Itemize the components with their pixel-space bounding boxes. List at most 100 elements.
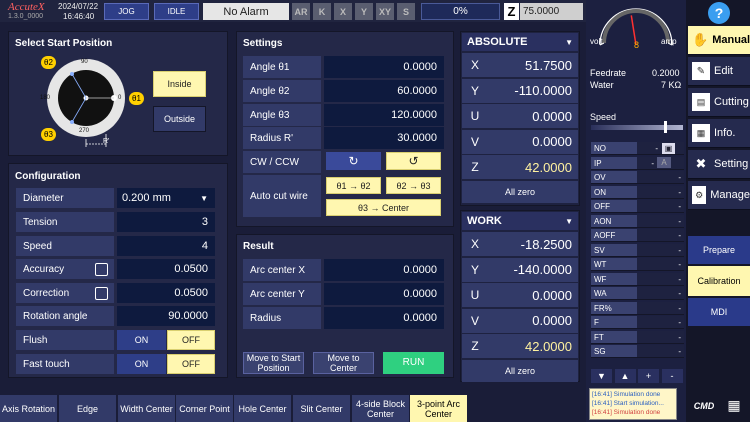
work-row-z: Z 42.0000 <box>462 334 578 358</box>
tab-edge[interactable]: Edge <box>59 395 117 422</box>
label-deg-90: 90 <box>81 59 88 65</box>
apps-grid-icon[interactable]: ▦ <box>725 396 743 414</box>
nav-down-button[interactable]: ▼ <box>591 369 612 383</box>
param-value: - <box>637 243 684 256</box>
setting-button[interactable]: ✖ Setting <box>688 150 750 179</box>
tab-3-point-arc-center[interactable]: 3-point Arc Center <box>410 395 468 422</box>
tab-slit-center[interactable]: Slit Center <box>293 395 351 422</box>
nav-remove-button[interactable]: - <box>661 369 683 383</box>
radius-value: 0.0000 <box>324 307 444 329</box>
radius-r-input[interactable]: 30.0000 <box>324 127 444 149</box>
manage-button[interactable]: ⚙ Manage <box>688 181 750 210</box>
app-logo: AccuteX <box>8 1 45 13</box>
mdi-button[interactable]: MDI <box>688 298 750 326</box>
absolute-header[interactable]: ABSOLUTE ▼ <box>462 33 578 51</box>
manual-button[interactable]: ✋ Manual <box>688 26 750 55</box>
param-row-on[interactable]: ON - <box>591 185 684 199</box>
nav-add-button[interactable]: + <box>638 369 659 383</box>
theta3-marker[interactable]: θ3 <box>41 128 56 141</box>
speed-slider[interactable] <box>591 125 683 130</box>
help-button[interactable]: ? <box>708 2 730 24</box>
param-row-wa[interactable]: WA - <box>591 287 684 300</box>
info-button[interactable]: ▦ Info. <box>688 119 750 148</box>
outside-button[interactable]: Outside <box>153 106 206 132</box>
save-icon[interactable]: ▣ <box>662 143 675 154</box>
speed-input[interactable]: 4 <box>117 236 215 256</box>
param-row-ft[interactable]: FT - <box>591 330 684 344</box>
param-row-ov[interactable]: OV - <box>591 171 684 184</box>
axis-button-k[interactable]: K <box>313 3 331 20</box>
absolute-all-zero-button[interactable]: All zero <box>462 181 578 203</box>
cmd-button[interactable]: CMD <box>689 395 719 417</box>
nav-up-button[interactable]: ▲ <box>614 369 636 383</box>
axis-button-ar[interactable]: AR <box>292 3 310 20</box>
accuracy-input[interactable]: 0.0500 <box>117 259 215 279</box>
flush-off-button[interactable]: OFF <box>167 330 215 350</box>
arc-center-y-label: Arc center Y <box>243 283 321 305</box>
param-value: - <box>637 345 684 357</box>
param-row-wt[interactable]: WT - <box>591 258 684 271</box>
axis-button-xy[interactable]: XY <box>376 3 394 20</box>
work-all-zero-button[interactable]: All zero <box>462 360 578 382</box>
move-to-center-button[interactable]: Move to Center <box>313 352 374 374</box>
work-row-y: Y -140.0000 <box>462 257 578 282</box>
absolute-row-v: V 0.0000 <box>462 129 578 154</box>
param-key: F <box>591 316 637 328</box>
tab-axis-rotation[interactable]: Axis Rotation <box>0 395 58 422</box>
edit-button[interactable]: ✎ Edit <box>688 57 750 86</box>
fast-touch-on-button[interactable]: ON <box>117 354 166 374</box>
prepare-button[interactable]: Prepare <box>688 236 750 264</box>
param-row-sv[interactable]: SV - <box>591 243 684 257</box>
param-row-off[interactable]: OFF - <box>591 200 684 213</box>
tab-4-side-block-center[interactable]: 4-side Block Center <box>352 395 410 422</box>
cutting-button[interactable]: ▤ Cutting <box>688 88 750 117</box>
param-row-aoff[interactable]: AOFF - <box>591 229 684 242</box>
move-to-start-button[interactable]: Move to Start Position <box>243 352 304 374</box>
axis-button-x[interactable]: X <box>334 3 352 20</box>
work-header[interactable]: WORK ▼ <box>462 212 578 230</box>
param-row-aon[interactable]: AON - <box>591 214 684 228</box>
hand-icon: ✋ <box>692 32 709 47</box>
theta1-marker[interactable]: θ1 <box>129 92 144 105</box>
diameter-select[interactable]: 0.200 mm ▼ <box>117 188 215 208</box>
axis-button-s[interactable]: S <box>397 3 415 20</box>
angle-theta3-input[interactable]: 120.0000 <box>324 104 444 126</box>
inside-button[interactable]: Inside <box>153 71 206 97</box>
param-key: NO <box>591 142 637 154</box>
ip-mode-select[interactable]: A <box>657 157 671 168</box>
speed-slider-knob[interactable] <box>663 121 667 133</box>
angle-theta2-input[interactable]: 60.0000 <box>324 80 444 102</box>
theta2-marker[interactable]: θ2 <box>41 56 56 69</box>
correction-checkbox[interactable] <box>95 286 108 300</box>
param-value: - <box>637 301 684 314</box>
tab-hole-center[interactable]: Hole Center <box>234 395 292 422</box>
param-key: OFF <box>591 200 637 212</box>
jog-button[interactable]: JOG <box>104 3 149 20</box>
idle-status: IDLE <box>154 3 199 20</box>
diameter-label: Diameter <box>16 188 114 208</box>
work-axis-label: U <box>470 288 480 302</box>
absolute-axis-label: U <box>470 109 480 123</box>
run-button[interactable]: RUN <box>383 352 444 374</box>
param-row-f[interactable]: F- <box>591 316 684 329</box>
accuracy-checkbox[interactable] <box>95 262 108 276</box>
ccw-button[interactable]: ↻ <box>326 152 381 170</box>
param-row-sg[interactable]: SG - <box>591 345 684 358</box>
theta1-to-theta2-button[interactable]: θ1 → θ2 <box>326 177 381 194</box>
param-value: - <box>637 287 684 299</box>
param-row-wf[interactable]: WF - <box>591 272 684 286</box>
tension-input[interactable]: 3 <box>117 212 215 232</box>
tab-corner-point[interactable]: Corner Point <box>176 395 234 422</box>
theta3-to-center-button[interactable]: θ3 → Center <box>326 199 441 216</box>
param-row-frpct[interactable]: FR% - <box>591 301 684 315</box>
fast-touch-off-button[interactable]: OFF <box>167 354 215 374</box>
axis-button-y[interactable]: Y <box>355 3 373 20</box>
tab-width-center[interactable]: Width Center <box>118 395 176 422</box>
flush-on-button[interactable]: ON <box>117 330 166 350</box>
angle-theta1-input[interactable]: 0.0000 <box>324 56 444 78</box>
calibration-button[interactable]: Calibration <box>688 266 750 296</box>
theta2-to-theta3-button[interactable]: θ2 → θ3 <box>386 177 441 194</box>
cw-button[interactable]: ↺ <box>386 152 441 170</box>
rotation-angle-input[interactable]: 90.0000 <box>117 306 215 326</box>
correction-input[interactable]: 0.0500 <box>117 283 215 303</box>
